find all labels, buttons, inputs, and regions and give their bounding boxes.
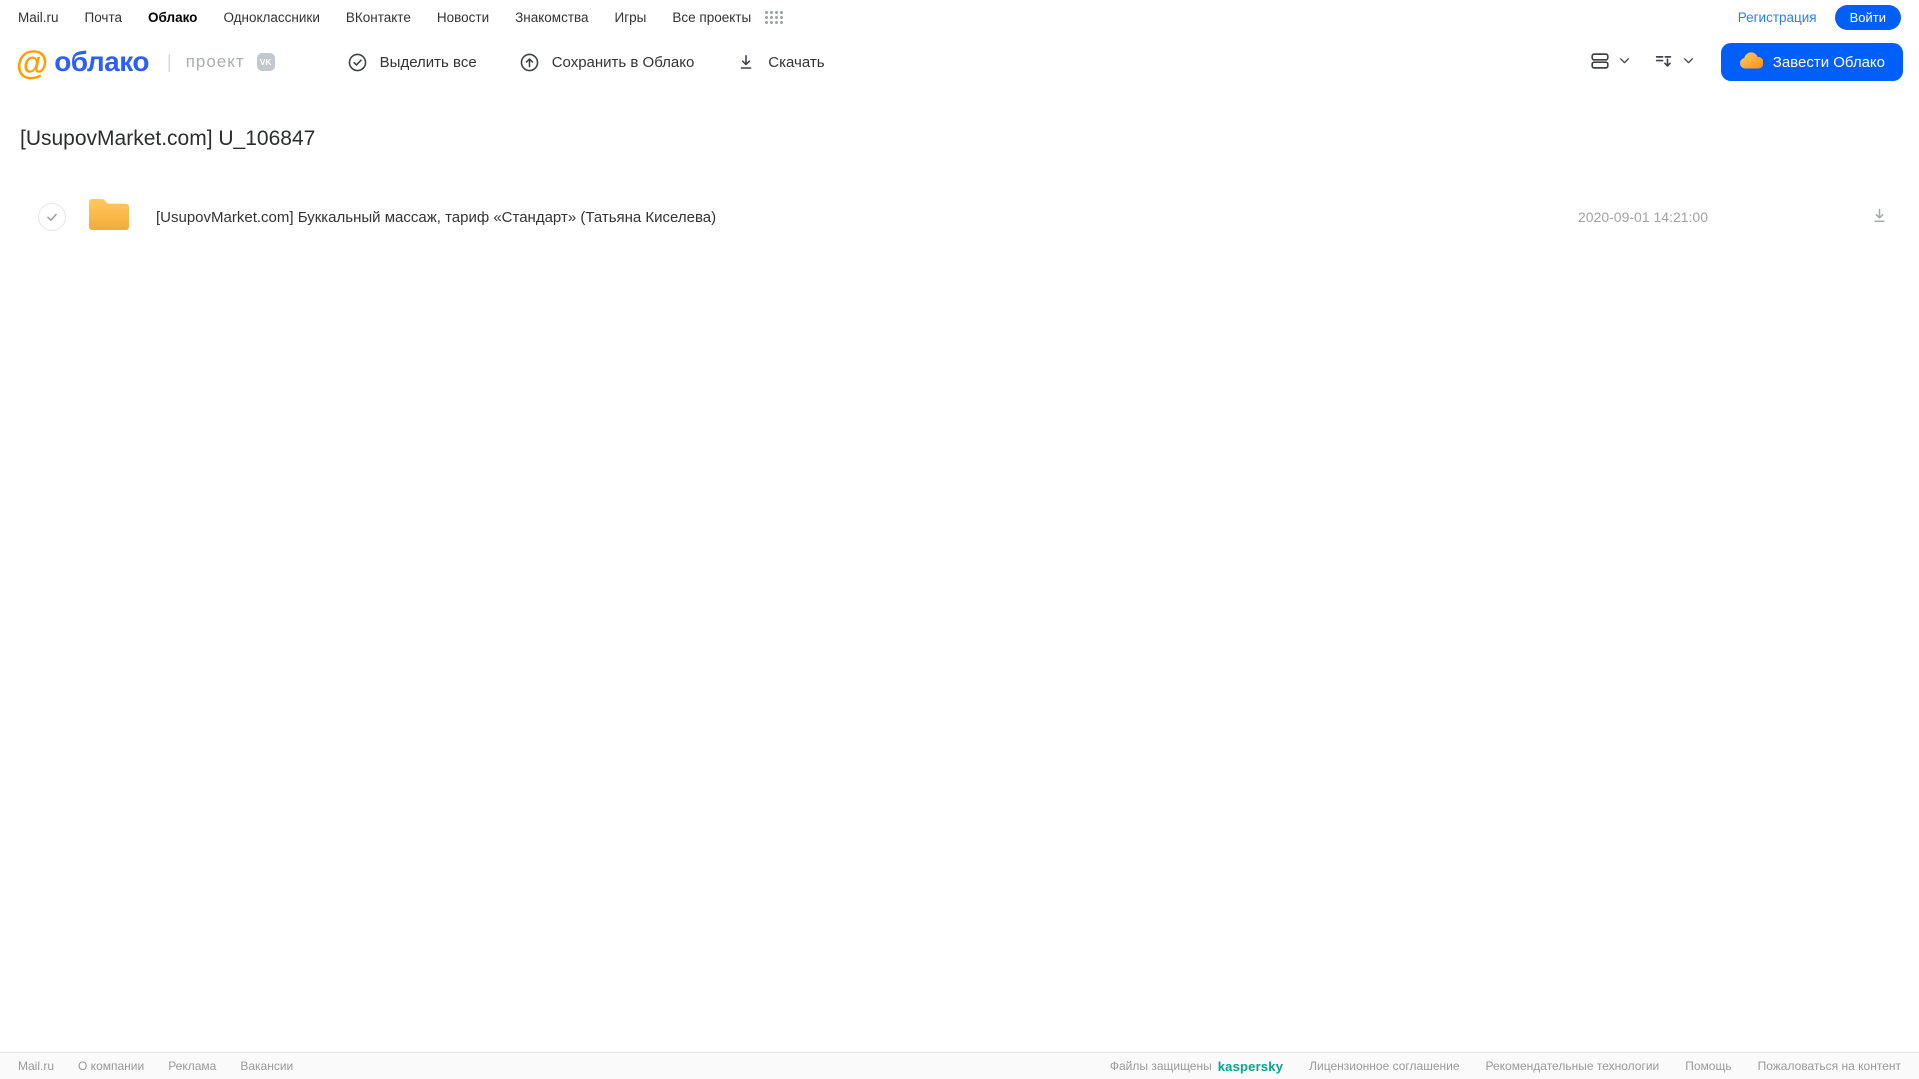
file-name-link[interactable]: [UsupovMarket.com] Буккальный массаж, та…: [156, 209, 716, 226]
list-view-icon: [1589, 50, 1611, 75]
topnav-item-cloud[interactable]: Облако: [148, 10, 197, 25]
chevron-down-icon: [1682, 54, 1695, 70]
topnav-item-vkontakte[interactable]: ВКонтакте: [346, 10, 411, 25]
footer-link-help[interactable]: Помощь: [1685, 1059, 1731, 1073]
project-label: проект: [185, 52, 245, 71]
logo-separator: |: [167, 51, 172, 72]
footer-link-license[interactable]: Лицензионное соглашение: [1309, 1059, 1459, 1073]
all-projects-grid-icon[interactable]: [765, 10, 784, 24]
footer: Mail.ru О компании Реклама Вакансии Файл…: [0, 1052, 1919, 1079]
sort-dropdown[interactable]: [1653, 50, 1695, 75]
footer-link-jobs[interactable]: Вакансии: [240, 1059, 293, 1073]
portal-topbar: Mail.ru Почта Облако Одноклассники ВКонт…: [0, 0, 1919, 34]
footer-link-about[interactable]: О компании: [78, 1059, 144, 1073]
kaspersky-logo[interactable]: kaspersky: [1218, 1059, 1283, 1074]
download-icon: [736, 52, 756, 72]
view-mode-dropdown[interactable]: [1589, 50, 1631, 75]
cloud-upload-icon: [519, 52, 540, 73]
download-icon: [1874, 208, 1885, 222]
get-cloud-label: Завести Облако: [1772, 53, 1885, 71]
footer-link-report[interactable]: Пожаловаться на контент: [1758, 1059, 1901, 1073]
folder-icon: [86, 196, 132, 238]
footer-left-links: Mail.ru О компании Реклама Вакансии: [18, 1059, 293, 1073]
chevron-down-icon: [1618, 54, 1631, 70]
sort-icon: [1653, 50, 1675, 75]
main-content: [UsupovMarket.com] U_106847 [UsupovMarke…: [0, 127, 1919, 239]
save-to-cloud-label: Сохранить в Облако: [551, 53, 695, 71]
footer-right-links: Файлы защищены kaspersky Лицензионное со…: [1110, 1059, 1901, 1074]
page-title: [UsupovMarket.com] U_106847: [20, 127, 316, 150]
topnav-item-games[interactable]: Игры: [615, 10, 647, 25]
view-controls: Завести Облако: [1589, 43, 1903, 81]
topnav-item-all-projects[interactable]: Все проекты: [672, 10, 751, 25]
save-to-cloud-button[interactable]: Сохранить в Облако: [519, 52, 695, 73]
topnav-item-news[interactable]: Новости: [437, 10, 489, 25]
select-all-button[interactable]: Выделить все: [347, 52, 477, 73]
download-label: Скачать: [768, 53, 825, 71]
topnav-item-dating[interactable]: Знакомства: [515, 10, 588, 25]
footer-link-ads[interactable]: Реклама: [168, 1059, 216, 1073]
get-cloud-button[interactable]: Завести Облако: [1720, 43, 1903, 81]
download-button[interactable]: Скачать: [736, 52, 825, 72]
login-button[interactable]: Войти: [1834, 4, 1901, 30]
cloud-logo-icon: [1739, 51, 1764, 73]
vk-badge-icon: VK: [256, 53, 275, 71]
topnav-item-mail[interactable]: Почта: [85, 10, 123, 25]
row-checkbox[interactable]: [38, 203, 66, 231]
footer-link-mailru[interactable]: Mail.ru: [18, 1059, 54, 1073]
footer-link-recommendations[interactable]: Рекомендательные технологии: [1486, 1059, 1660, 1073]
app-header: @ облако | проект VK Выделить все Сохран…: [0, 34, 1919, 90]
check-circle-icon: [347, 52, 368, 73]
file-date: 2020-09-01 14:21:00: [1578, 209, 1708, 225]
topnav-item-mailru[interactable]: Mail.ru: [18, 10, 59, 25]
topnav-item-odnoklassniki[interactable]: Одноклассники: [223, 10, 319, 25]
registration-link[interactable]: Регистрация: [1738, 10, 1817, 25]
file-actions-toolbar: Выделить все Сохранить в Облако Скачать: [347, 52, 825, 73]
protected-by-label: Файлы защищены: [1109, 1059, 1212, 1073]
file-row[interactable]: [UsupovMarket.com] Буккальный массаж, та…: [20, 195, 1899, 239]
mailru-at-icon: @: [16, 43, 49, 81]
kaspersky-protection: Файлы защищены kaspersky: [1110, 1059, 1283, 1074]
portal-links: Mail.ru Почта Облако Одноклассники ВКонт…: [18, 10, 784, 25]
row-download-button[interactable]: [1866, 202, 1893, 232]
check-icon: [47, 213, 57, 221]
auth-area: Регистрация Войти: [1738, 4, 1901, 30]
select-all-label: Выделить все: [379, 53, 477, 71]
cloud-logo[interactable]: @ облако | проект VK: [16, 46, 275, 79]
logo-text: облако: [54, 46, 149, 77]
